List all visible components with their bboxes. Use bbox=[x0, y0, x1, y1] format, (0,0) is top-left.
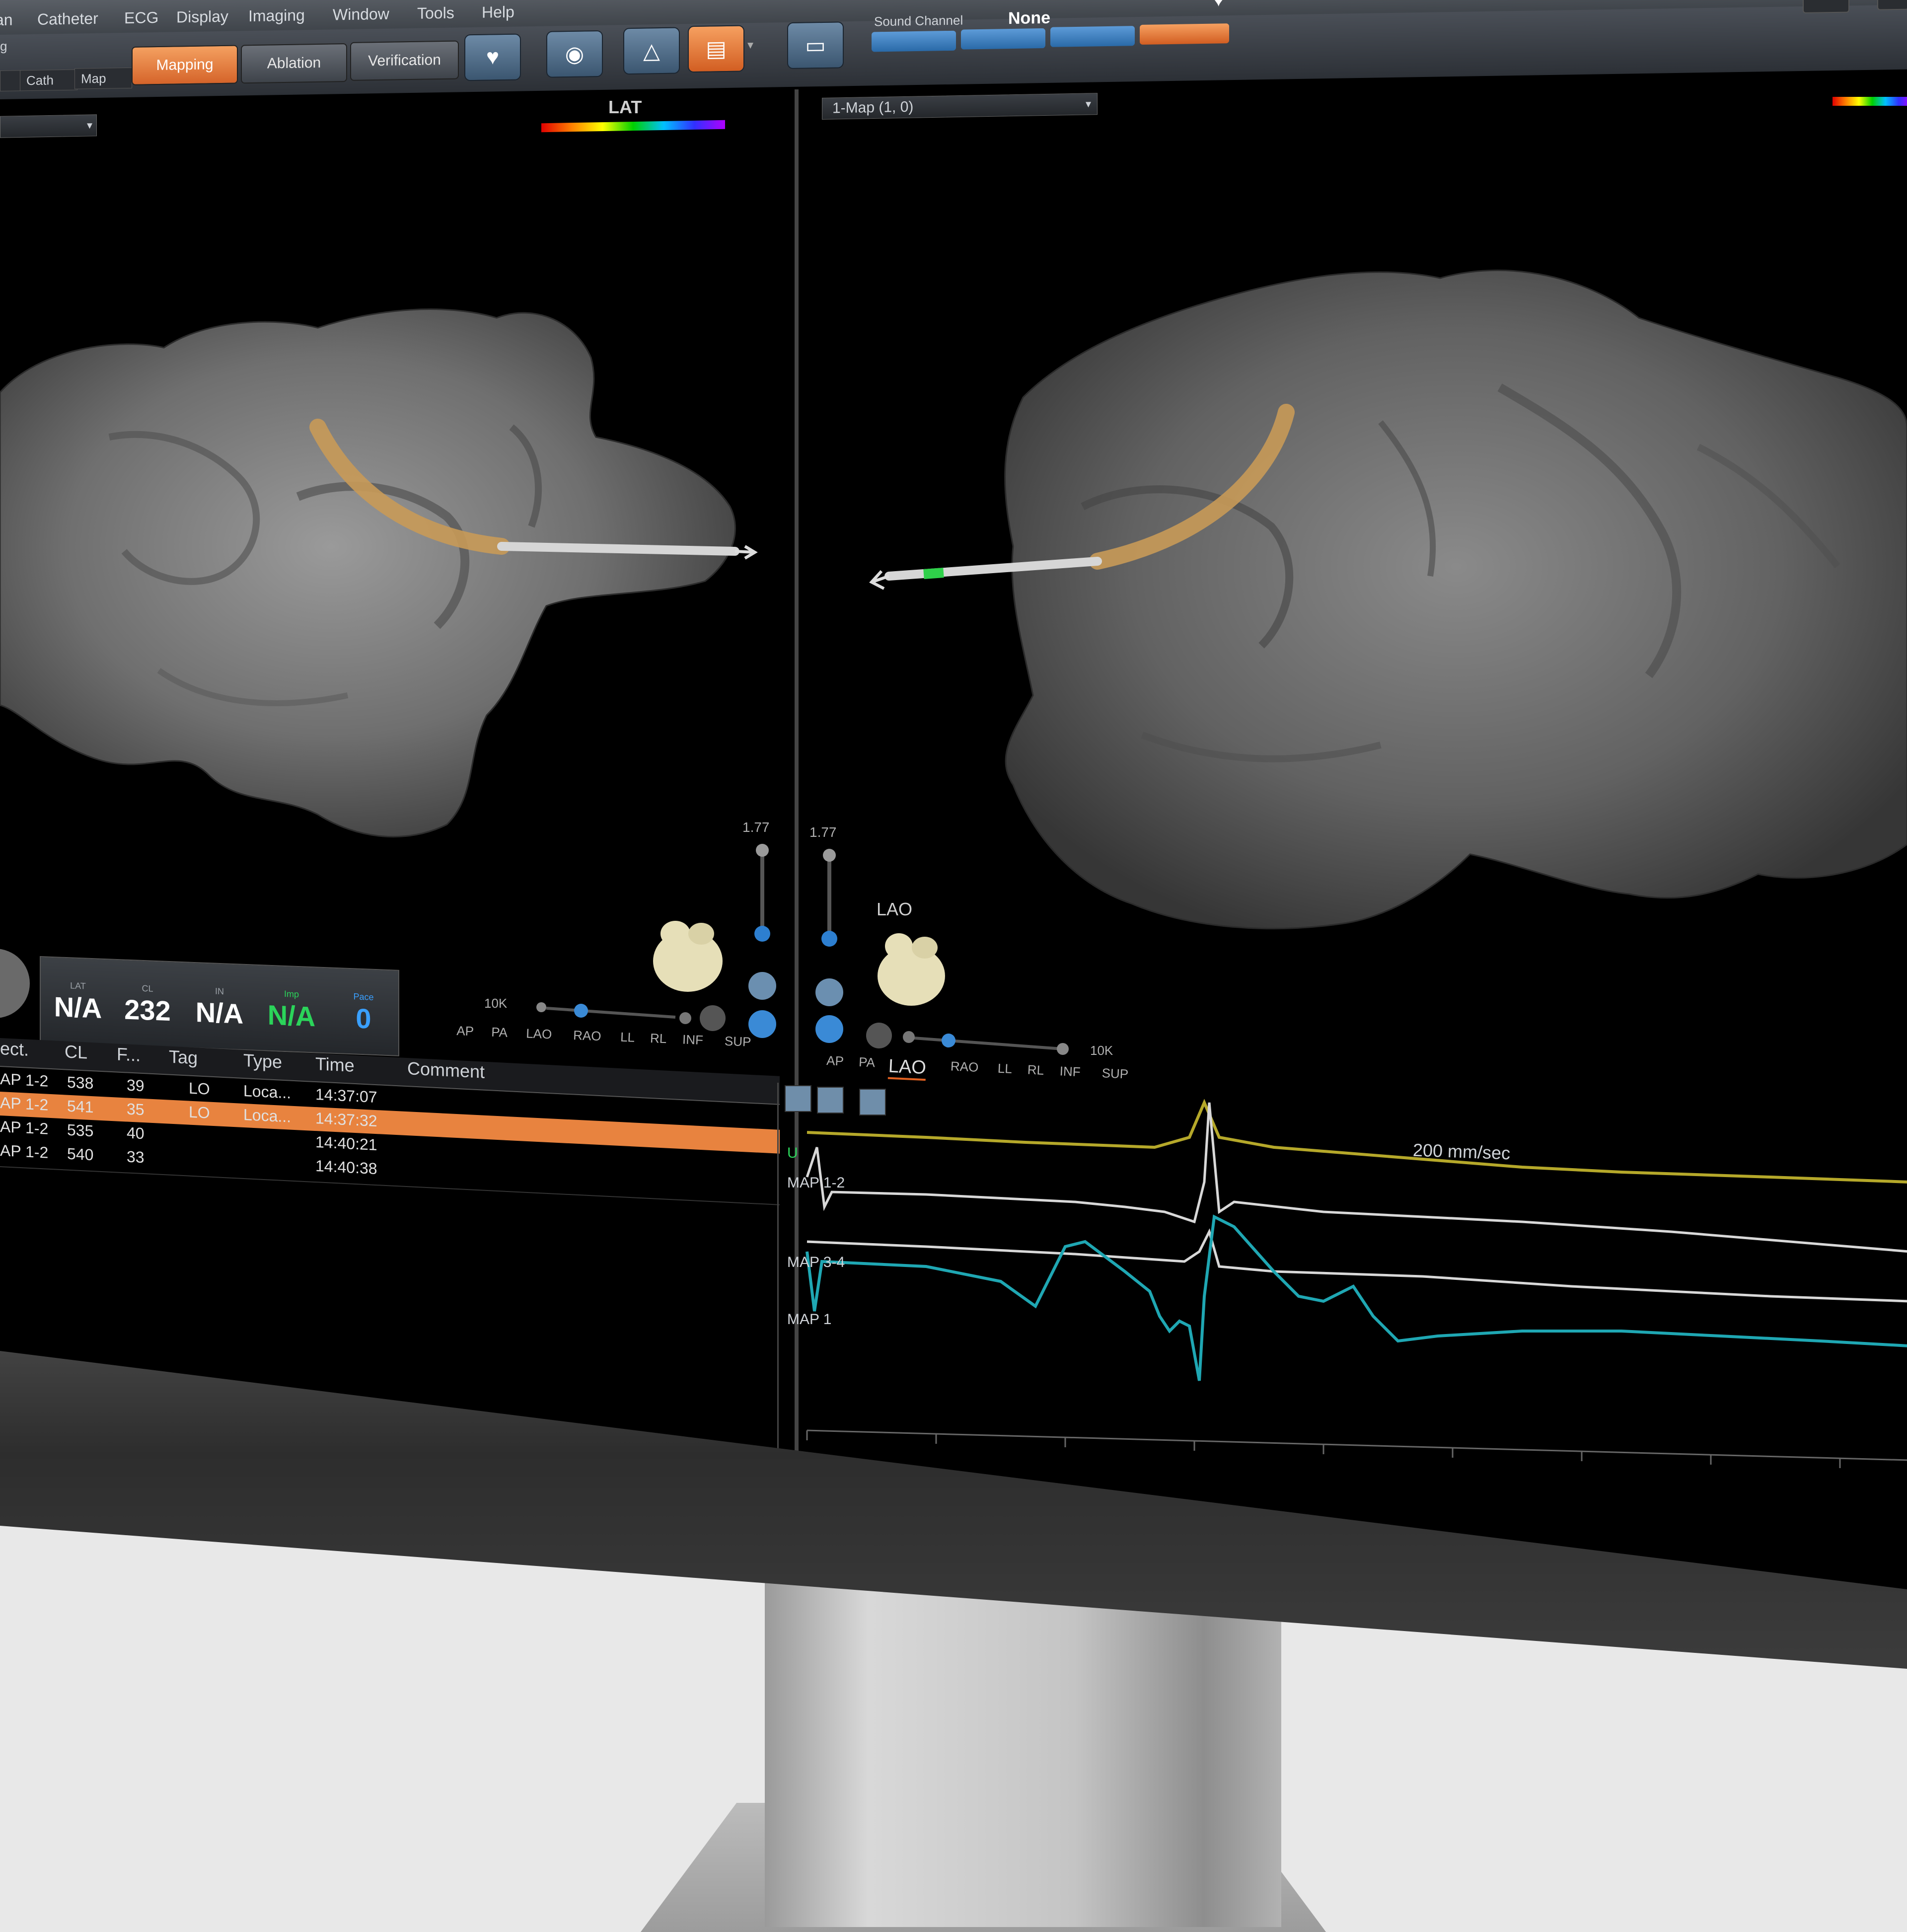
point-info-panel: LAT N/A CL 232 IN N/A Imp N/A Pace 0 bbox=[40, 956, 399, 1056]
left-orient-rao[interactable]: RAO bbox=[573, 1028, 601, 1044]
left-orient-lao[interactable]: LAO bbox=[526, 1026, 552, 1042]
ecg-speed-label: 200 mm/sec bbox=[1412, 1139, 1511, 1164]
left-zoom-slider-handle[interactable] bbox=[754, 926, 770, 942]
right-orient-pa[interactable]: PA bbox=[859, 1054, 876, 1070]
left-transparency-slider-handle[interactable] bbox=[574, 1004, 588, 1018]
anatomy-viewports bbox=[0, 269, 1907, 1055]
left-atrium-mesh-left[interactable] bbox=[0, 308, 736, 838]
left-orient-rl[interactable]: RL bbox=[650, 1031, 667, 1046]
col-tag[interactable]: Tag bbox=[169, 1046, 198, 1069]
left-orient-pa[interactable]: PA bbox=[491, 1025, 508, 1040]
left-zoom-top-icon[interactable] bbox=[756, 844, 769, 857]
ecg-time-axis bbox=[806, 1429, 1907, 1468]
left-pan-icon[interactable] bbox=[700, 1005, 726, 1031]
info-in: IN N/A bbox=[195, 986, 244, 1030]
ecg-channel-u: U bbox=[787, 1145, 798, 1161]
ecg-channel-map-1: MAP 1 bbox=[787, 1311, 832, 1328]
left-orient-inf[interactable]: INF bbox=[682, 1032, 704, 1048]
ecg-channel-map-3-4: MAP 3-4 bbox=[787, 1254, 845, 1270]
col-f[interactable]: F... bbox=[117, 1043, 141, 1065]
ecg-channel-map-1-2: MAP 1-2 bbox=[787, 1175, 845, 1191]
right-orient-inf[interactable]: INF bbox=[1059, 1063, 1081, 1080]
col-type[interactable]: Type bbox=[243, 1050, 282, 1073]
right-orient-rl[interactable]: RL bbox=[1027, 1062, 1044, 1078]
right-rotate-icon[interactable] bbox=[815, 978, 843, 1006]
left-orientation-heart-icon[interactable] bbox=[653, 921, 723, 992]
info-pace: Pace 0 bbox=[353, 991, 374, 1035]
left-atrium-mesh-right[interactable] bbox=[1004, 269, 1907, 930]
ecg-trace-map-1[interactable] bbox=[806, 1214, 1907, 1381]
right-orientation-heart-icon[interactable] bbox=[878, 933, 945, 1006]
right-orient-ap[interactable]: AP bbox=[826, 1053, 844, 1069]
right-view-label: LAO bbox=[877, 899, 913, 919]
right-transparency-slider-handle[interactable] bbox=[942, 1034, 955, 1047]
info-imp: Imp N/A bbox=[267, 988, 316, 1033]
left-zoom-value: 1.77 bbox=[742, 819, 770, 835]
right-orient-sup[interactable]: SUP bbox=[1101, 1065, 1129, 1082]
left-orient-ap[interactable]: AP bbox=[456, 1023, 474, 1039]
info-cl: CL 232 bbox=[124, 983, 171, 1027]
right-zoom-top-icon[interactable] bbox=[823, 849, 836, 862]
right-zoom-value: 1.77 bbox=[809, 824, 837, 840]
col-electrode[interactable]: ect. bbox=[0, 1038, 29, 1060]
ecg-trace-u[interactable] bbox=[807, 1099, 1907, 1184]
right-zoom-slider-handle[interactable] bbox=[821, 931, 837, 947]
right-reset-icon[interactable] bbox=[815, 1015, 843, 1043]
left-orient-sup[interactable]: SUP bbox=[724, 1034, 751, 1050]
right-catheter-green-electrode bbox=[923, 568, 944, 579]
col-comment[interactable]: Comment bbox=[407, 1058, 485, 1083]
col-cl[interactable]: CL bbox=[65, 1041, 87, 1063]
right-orient-lao[interactable]: LAO bbox=[887, 1055, 927, 1081]
right-scale-label: 10K bbox=[1090, 1043, 1113, 1058]
info-lat: LAT N/A bbox=[54, 980, 102, 1024]
left-rotate-icon[interactable] bbox=[748, 972, 776, 1000]
col-time[interactable]: Time bbox=[315, 1053, 355, 1076]
right-orient-ll[interactable]: LL bbox=[997, 1061, 1012, 1077]
left-orient-ll[interactable]: LL bbox=[620, 1030, 635, 1045]
monitor-screen: an Catheter ECG Display Imaging Window T… bbox=[0, 0, 1907, 1589]
left-scale-label: 10K bbox=[484, 996, 508, 1011]
points-table: ect. CL F... Tag Type Time Comment AP 1-… bbox=[0, 1038, 780, 1265]
left-reset-icon[interactable] bbox=[748, 1010, 776, 1038]
right-orient-rao[interactable]: RAO bbox=[950, 1058, 979, 1075]
right-pan-icon[interactable] bbox=[866, 1023, 892, 1048]
